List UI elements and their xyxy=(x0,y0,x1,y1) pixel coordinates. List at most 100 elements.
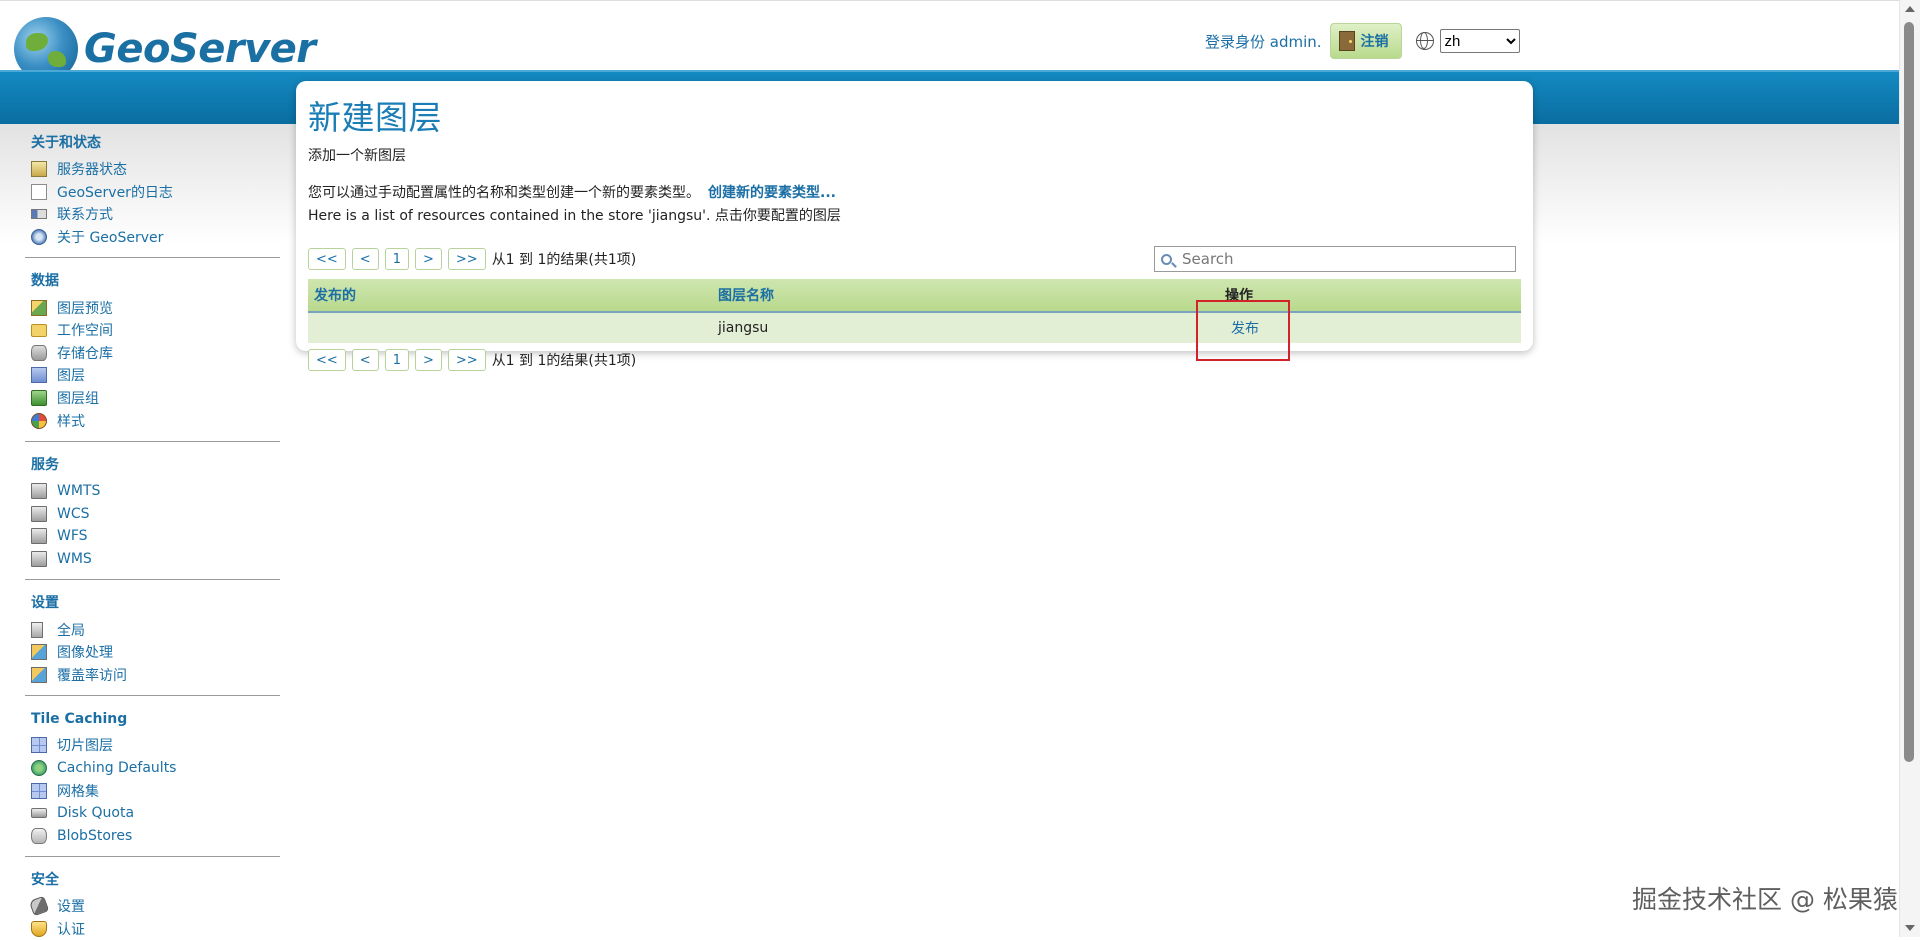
style-icon xyxy=(31,412,47,429)
pager-next-button[interactable]: > xyxy=(414,248,442,270)
pager-prev-button[interactable]: < xyxy=(351,248,379,270)
pager-last-button[interactable]: >> xyxy=(447,349,486,371)
sidebar-item[interactable]: 图像处理 xyxy=(31,641,280,664)
sidebar-item[interactable]: 网格集 xyxy=(31,779,280,802)
logout-icon xyxy=(1338,31,1355,51)
sidebar-item[interactable]: 图层预览 xyxy=(31,296,280,319)
language-select[interactable]: zh xyxy=(1439,29,1520,53)
sidebar-divider xyxy=(25,440,280,442)
sidebar-section-title: 设置 xyxy=(31,595,59,612)
sidebar-item[interactable]: 联系方式 xyxy=(31,203,280,226)
tile-layers-icon xyxy=(31,737,47,754)
sidebar-item-label: 图层预览 xyxy=(57,300,113,317)
sidebar-item-label: 认证 xyxy=(57,921,85,938)
layer-group-icon xyxy=(31,390,47,407)
page-title: 新建图层 xyxy=(308,98,442,137)
pager-prev-button[interactable]: < xyxy=(351,349,379,371)
logo-text: GeoServer xyxy=(84,26,316,72)
sidebar-item[interactable]: Disk Quota xyxy=(31,802,280,825)
column-header-published[interactable]: 发布的 xyxy=(308,285,712,305)
status-icon xyxy=(31,161,47,178)
column-header-layer-name[interactable]: 图层名称 xyxy=(712,285,1213,305)
sidebar-item-label: Disk Quota xyxy=(57,805,135,822)
sidebar-item[interactable]: 服务器状态 xyxy=(31,158,280,181)
page-subtitle: 添加一个新图层 xyxy=(308,148,406,164)
sidebar-item[interactable]: 关于 GeoServer xyxy=(31,226,280,249)
cell-layer-name: jiangsu xyxy=(718,320,769,336)
store-icon xyxy=(31,344,47,361)
watermark: 掘金技术社区 @ 松果猿 xyxy=(1632,885,1898,914)
pager-top: << < 1 > >> 从1 到 1的结果(共1项) xyxy=(308,248,636,270)
sidebar-item[interactable]: 设置 xyxy=(28,895,280,918)
sidebar-item-label: GeoServer的日志 xyxy=(57,184,173,201)
sidebar-item[interactable]: Caching Defaults xyxy=(31,757,280,780)
sidebar-item[interactable]: 覆盖率访问 xyxy=(31,664,280,687)
sidebar-item[interactable]: WCS xyxy=(31,503,280,526)
sidebar-section-title: 关于和状态 xyxy=(31,135,101,151)
sidebar-item[interactable]: 工作空间 xyxy=(31,319,280,342)
sidebar-item[interactable]: GeoServer的日志 xyxy=(31,181,280,204)
sidebar-item-label: BlobStores xyxy=(57,827,133,844)
sidebar-section-title: Tile Caching xyxy=(31,711,128,728)
about-icon xyxy=(31,229,47,246)
user-bar: 登录身份 admin. 注销 zh xyxy=(1205,23,1520,59)
table-header: 发布的 图层名称 操作 xyxy=(308,279,1521,313)
sidebar-item[interactable]: 图层组 xyxy=(31,387,280,410)
resource-list-description: Here is a list of resources contained in… xyxy=(308,208,841,224)
scrollbar-thumb[interactable] xyxy=(1904,22,1914,762)
sidebar-item[interactable]: WMTS xyxy=(31,480,280,503)
pager-info: 从1 到 1的结果(共1项) xyxy=(491,353,637,369)
sidebar-item-label: 网格集 xyxy=(57,783,99,800)
sidebar-item[interactable]: 样式 xyxy=(31,409,280,432)
sidebar-item-label: 存储仓库 xyxy=(57,345,113,362)
highlight-annotation-box xyxy=(1196,300,1290,361)
sidebar-item[interactable]: 切片图层 xyxy=(31,734,280,757)
disk-quota-icon xyxy=(31,808,47,819)
logout-label: 注销 xyxy=(1360,34,1389,50)
sidebar-section-title: 服务 xyxy=(31,456,59,473)
sidebar-item[interactable]: WMS xyxy=(31,548,280,571)
pager-next-button[interactable]: > xyxy=(414,349,442,371)
pager-page-button[interactable]: 1 xyxy=(384,349,409,371)
sidebar-item[interactable]: WFS xyxy=(31,525,280,548)
sidebar-item[interactable]: BlobStores xyxy=(31,824,280,847)
contact-icon xyxy=(31,209,47,220)
sidebar-divider xyxy=(25,579,280,581)
sidebar-item-label: 设置 xyxy=(57,899,85,916)
global-settings-icon xyxy=(31,621,43,638)
login-status: 登录身份 admin. xyxy=(1205,32,1322,51)
service-icon xyxy=(31,505,47,522)
vertical-scrollbar[interactable] xyxy=(1899,0,1920,937)
sidebar-item-label: WFS xyxy=(57,528,88,545)
language-globe-icon xyxy=(1415,32,1434,50)
logout-button[interactable]: 注销 xyxy=(1329,23,1402,59)
sidebar-item-label: 样式 xyxy=(57,413,85,430)
layers-table: 发布的 图层名称 操作 jiangsu 发布 xyxy=(308,279,1521,343)
sidebar-divider xyxy=(25,257,280,259)
scroll-down-arrow-icon[interactable] xyxy=(1905,925,1915,931)
pager-last-button[interactable]: >> xyxy=(447,248,486,270)
create-feature-type-link[interactable]: 创建新的要素类型... xyxy=(708,185,836,201)
sidebar-item-label: 图像处理 xyxy=(57,645,113,662)
pager-first-button[interactable]: << xyxy=(308,248,346,270)
pager-page-button[interactable]: 1 xyxy=(384,248,409,270)
scroll-up-arrow-icon[interactable] xyxy=(1905,6,1915,12)
search-box[interactable] xyxy=(1154,246,1516,272)
sidebar-item[interactable]: 全局 xyxy=(31,618,280,641)
sidebar-item-label: 联系方式 xyxy=(57,207,113,224)
sidebar-item[interactable]: 图层 xyxy=(31,364,280,387)
service-icon xyxy=(31,551,47,568)
pager-info: 从1 到 1的结果(共1项) xyxy=(491,252,637,268)
sidebar-item-label: 图层 xyxy=(57,368,85,385)
pager-bottom: << < 1 > >> 从1 到 1的结果(共1项) xyxy=(308,349,636,371)
service-icon xyxy=(31,528,47,545)
pager-first-button[interactable]: << xyxy=(308,349,346,371)
sidebar-item-label: 全局 xyxy=(57,622,85,639)
sidebar-item-label: 切片图层 xyxy=(57,738,113,755)
blobstores-icon xyxy=(31,827,47,844)
sidebar-item-label: 图层组 xyxy=(57,391,99,408)
sidebar-item[interactable]: 存储仓库 xyxy=(31,342,280,365)
sidebar-divider xyxy=(25,695,280,697)
search-input[interactable] xyxy=(1180,249,1504,269)
sidebar-section-title: 安全 xyxy=(31,872,59,889)
